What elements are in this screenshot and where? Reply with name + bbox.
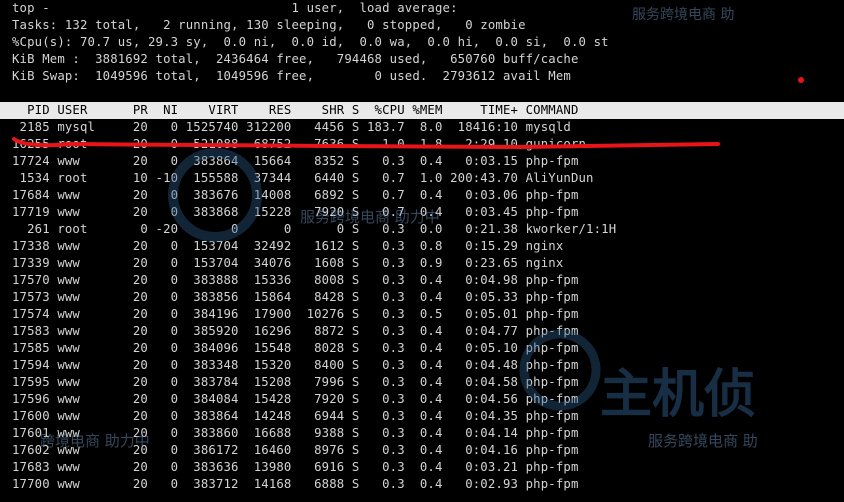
process-row[interactable]: 17339 www 20 0 153704 34076 1608 S 0.3 0… xyxy=(12,255,563,272)
watermark-text: 服务跨境电商 助 xyxy=(632,7,735,23)
watermark-text: 服务跨境电商 助 xyxy=(648,432,758,450)
process-row[interactable]: 17683 www 20 0 383636 13980 6916 S 0.3 0… xyxy=(12,459,579,476)
process-row[interactable]: 17719 www 20 0 383868 15228 7920 S 0.7 0… xyxy=(12,204,579,221)
process-row[interactable]: 1534 root 10 -10 155588 37344 6440 S 0.7… xyxy=(12,170,594,187)
process-row[interactable]: 17570 www 20 0 383888 15336 8008 S 0.3 0… xyxy=(12,272,579,289)
process-table-header: PID USER PR NI VIRT RES SHR S %CPU %MEM … xyxy=(12,103,579,117)
process-row-mysqld[interactable]: 2185 mysql 20 0 1525740 312200 4456 S 18… xyxy=(12,119,571,136)
process-row[interactable]: 17724 www 20 0 383864 15664 8352 S 0.3 0… xyxy=(12,153,579,170)
process-row[interactable]: 16255 root 20 0 521088 68752 7636 S 1.0 … xyxy=(12,136,586,153)
process-row[interactable]: 17338 www 20 0 153704 32492 1612 S 0.3 0… xyxy=(12,238,563,255)
swap-summary-line: KiB Swap: 1049596 total, 1049596 free, 0… xyxy=(12,69,571,83)
process-row[interactable]: 17585 www 20 0 384096 15548 8028 S 0.3 0… xyxy=(12,340,579,357)
process-row[interactable]: 17596 www 20 0 384084 15428 7920 S 0.3 0… xyxy=(12,391,579,408)
mem-summary-line: KiB Mem : 3881692 total, 2436464 free, 7… xyxy=(12,52,579,66)
process-row[interactable]: 17601 www 20 0 383860 16688 9388 S 0.3 0… xyxy=(12,425,579,442)
watermark-text: 主机侦 xyxy=(600,365,757,425)
process-row[interactable]: 17594 www 20 0 383348 15320 8400 S 0.3 0… xyxy=(12,357,579,374)
process-row[interactable]: 17574 www 20 0 384196 17900 10276 S 0.3 … xyxy=(12,306,579,323)
red-dot-mark xyxy=(798,77,804,83)
process-row[interactable]: 17700 www 20 0 383712 14168 6888 S 0.3 0… xyxy=(12,476,579,493)
cpu-summary-line: %Cpu(s): 70.7 us, 29.3 sy, 0.0 ni, 0.0 i… xyxy=(12,35,609,49)
top-uptime-line: top - 1 user, load average: xyxy=(12,1,458,15)
process-row[interactable]: 17595 www 20 0 383784 15208 7996 S 0.3 0… xyxy=(12,374,579,391)
process-row[interactable]: 17573 www 20 0 383856 15864 8428 S 0.3 0… xyxy=(12,289,579,306)
process-row[interactable]: 17602 www 20 0 386172 16460 8976 S 0.3 0… xyxy=(12,442,579,459)
process-row[interactable]: 17684 www 20 0 383676 14008 6892 S 0.7 0… xyxy=(12,187,579,204)
process-row[interactable]: 17583 www 20 0 385920 16296 8872 S 0.3 0… xyxy=(12,323,579,340)
process-row[interactable]: 17600 www 20 0 383864 14248 6944 S 0.3 0… xyxy=(12,408,579,425)
tasks-summary-line: Tasks: 132 total, 2 running, 130 sleepin… xyxy=(12,18,526,32)
process-row[interactable]: 261 root 0 -20 0 0 0 S 0.3 0.0 0:21.38 k… xyxy=(12,221,616,238)
